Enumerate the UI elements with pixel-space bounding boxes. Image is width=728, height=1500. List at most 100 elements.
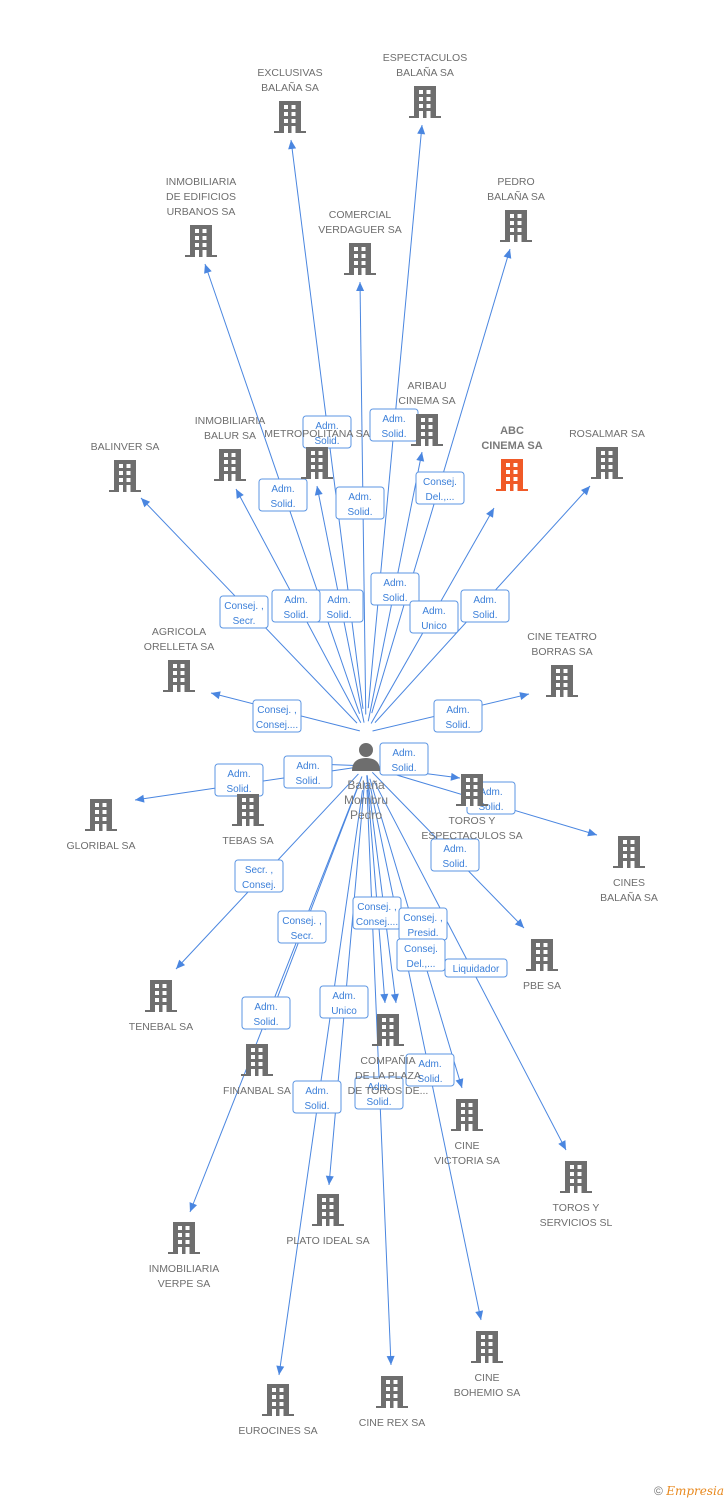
company-node[interactable]: INMOBILIARIA BALUR SA — [195, 415, 266, 482]
role-label[interactable]: Adm. Solid. — [283, 755, 333, 789]
company-node[interactable]: INMOBILIARIA DE EDIFICIOS URBANOS SA — [166, 176, 237, 258]
role-label[interactable]: Adm. Solid. — [460, 589, 510, 623]
role-label[interactable]: Adm. Unico — [319, 985, 369, 1019]
relation-edge[interactable] — [325, 782, 366, 1186]
role-label[interactable]: Adm. Solid. — [433, 699, 483, 733]
person-name[interactable]: Mombru — [344, 793, 388, 807]
role-label[interactable]: Adm. Solid. — [369, 408, 419, 442]
company-name[interactable]: ESPECTACULOS SA — [421, 830, 522, 842]
company-node[interactable]: EUROCINES SA — [238, 1384, 318, 1437]
company-node[interactable]: CINE REX SA — [359, 1376, 426, 1429]
role-label[interactable]: Adm. Unico — [409, 600, 459, 634]
company-name[interactable]: BALAÑA SA — [396, 66, 454, 79]
company-node[interactable]: TOROS Y SERVICIOS SL — [540, 1161, 613, 1229]
company-node[interactable]: CINE BOHEMIO SA — [454, 1331, 521, 1399]
company-node[interactable]: ESPECTACULOS BALAÑA SA — [383, 52, 467, 119]
company-name[interactable]: TOROS Y — [553, 1202, 600, 1214]
role-label[interactable]: Adm. Solid. — [370, 572, 420, 606]
company-name[interactable]: BALAÑA SA — [487, 190, 545, 203]
company-node[interactable]: PLATO IDEAL SA — [286, 1194, 370, 1247]
role-label[interactable]: Consej. , Consej.... — [352, 896, 402, 930]
company-name[interactable]: PEDRO — [497, 176, 534, 188]
company-name[interactable]: GLORIBAL SA — [66, 840, 135, 852]
company-node[interactable]: PEDRO BALAÑA SA — [487, 176, 545, 243]
company-name[interactable]: URBANOS SA — [167, 206, 236, 218]
brand-logo[interactable]: Empresia — [666, 1484, 724, 1498]
role-label[interactable]: Adm. Solid. — [271, 589, 321, 623]
company-node[interactable]: FINANBAL SA — [223, 1044, 291, 1097]
company-name[interactable]: ORELLETA SA — [144, 641, 214, 653]
company-name[interactable]: INMOBILIARIA — [166, 176, 237, 188]
company-name[interactable]: CINE REX SA — [359, 1417, 426, 1429]
company-name[interactable]: INMOBILIARIA — [149, 1263, 220, 1275]
company-name[interactable]: PLATO IDEAL SA — [286, 1235, 369, 1247]
company-name[interactable]: ARIBAU — [407, 380, 446, 392]
role-label[interactable]: Secr. , Consej. — [234, 859, 284, 893]
company-node[interactable]: EXCLUSIVAS BALAÑA SA — [257, 67, 323, 134]
company-node[interactable]: CINE TEATRO BORRAS SA — [527, 631, 597, 698]
company-name[interactable]: AGRICOLA — [152, 626, 206, 638]
company-name[interactable]: CINEMA SA — [398, 395, 455, 407]
company-node[interactable]: CINES BALAÑA SA — [600, 836, 658, 904]
company-name[interactable]: CINE TEATRO — [527, 631, 597, 643]
company-name[interactable]: BORRAS SA — [531, 646, 592, 658]
company-name[interactable]: CINES — [613, 877, 645, 889]
company-name[interactable]: DE EDIFICIOS — [166, 191, 236, 203]
role-label[interactable]: Consej. Del.,... — [396, 938, 446, 972]
company-node[interactable]: ROSALMAR SA — [569, 428, 645, 480]
company-name[interactable]: COMPAÑIA — [360, 1054, 415, 1067]
company-name[interactable]: BALUR SA — [204, 430, 256, 442]
company-node[interactable]: AGRICOLA ORELLETA SA — [144, 626, 214, 693]
company-node[interactable]: GLORIBAL SA — [66, 799, 136, 852]
company-name[interactable]: INMOBILIARIA — [195, 415, 266, 427]
role-label[interactable]: Adm. Solid. — [335, 486, 385, 520]
company-node[interactable]: ABC CINEMA SA — [481, 425, 543, 492]
company-name[interactable]: EXCLUSIVAS — [257, 67, 322, 79]
company-name[interactable]: TENEBAL SA — [129, 1021, 193, 1033]
company-name[interactable]: FINANBAL SA — [223, 1085, 291, 1097]
company-node[interactable]: CINE VICTORIA SA — [434, 1099, 500, 1167]
company-name[interactable]: ROSALMAR SA — [569, 428, 645, 440]
company-name[interactable]: BALINVER SA — [91, 441, 160, 453]
role-label[interactable]: Adm. Solid. — [314, 589, 364, 623]
role-label[interactable]: Consej. , Consej.... — [252, 699, 302, 733]
role-label[interactable]: Adm. Solid. — [379, 742, 429, 776]
role-label[interactable]: Consej. , Secr. — [219, 595, 269, 629]
company-name[interactable]: CINE — [474, 1372, 499, 1384]
company-name[interactable]: DE TOROS DE... — [348, 1085, 429, 1097]
company-name[interactable]: VERDAGUER SA — [318, 224, 401, 236]
person-name[interactable]: Balaña — [347, 778, 385, 792]
company-name[interactable]: SERVICIOS SL — [540, 1217, 613, 1229]
role-label[interactable]: Adm. Solid. — [241, 996, 291, 1030]
company-name[interactable]: METROPOLITANA SA — [264, 428, 369, 440]
person-name[interactable]: Pedro — [350, 808, 382, 822]
company-name[interactable]: CINEMA SA — [481, 440, 542, 452]
role-label[interactable]: Liquidador — [444, 958, 508, 978]
company-name[interactable]: TEBAS SA — [222, 835, 273, 847]
company-node[interactable]: TENEBAL SA — [129, 980, 193, 1033]
company-node[interactable]: COMERCIAL VERDAGUER SA — [318, 209, 402, 276]
company-name[interactable]: ESPECTACULOS — [383, 52, 467, 64]
company-name[interactable]: EUROCINES SA — [238, 1425, 317, 1437]
role-label[interactable]: Consej. Del.,... — [415, 471, 465, 505]
role-label[interactable]: Consej. , Secr. — [277, 910, 327, 944]
company-node[interactable]: PBE SA — [523, 939, 561, 992]
company-name[interactable]: DE LA PLAZA — [355, 1070, 421, 1082]
company-name[interactable]: BALAÑA SA — [261, 81, 319, 94]
role-label[interactable]: Adm. Solid. — [430, 838, 480, 872]
company-node[interactable]: TEBAS SA — [222, 794, 274, 847]
company-name[interactable]: COMERCIAL — [329, 209, 392, 221]
role-label[interactable]: Adm. Solid. — [292, 1080, 342, 1114]
company-name[interactable]: ABC — [500, 425, 524, 437]
role-label[interactable]: Adm. Solid. — [214, 763, 264, 797]
company-name[interactable]: CINE — [454, 1140, 479, 1152]
company-node[interactable]: INMOBILIARIA VERPE SA — [149, 1222, 220, 1290]
company-name[interactable]: BOHEMIO SA — [454, 1387, 521, 1399]
company-node[interactable]: METROPOLITANA SA — [264, 428, 370, 480]
company-node[interactable]: BALINVER SA — [91, 441, 160, 493]
company-name[interactable]: VICTORIA SA — [434, 1155, 500, 1167]
role-label[interactable]: Adm. Solid. — [258, 478, 308, 512]
company-name[interactable]: VERPE SA — [158, 1278, 211, 1290]
company-name[interactable]: BALAÑA SA — [600, 891, 658, 904]
company-name[interactable]: PBE SA — [523, 980, 561, 992]
